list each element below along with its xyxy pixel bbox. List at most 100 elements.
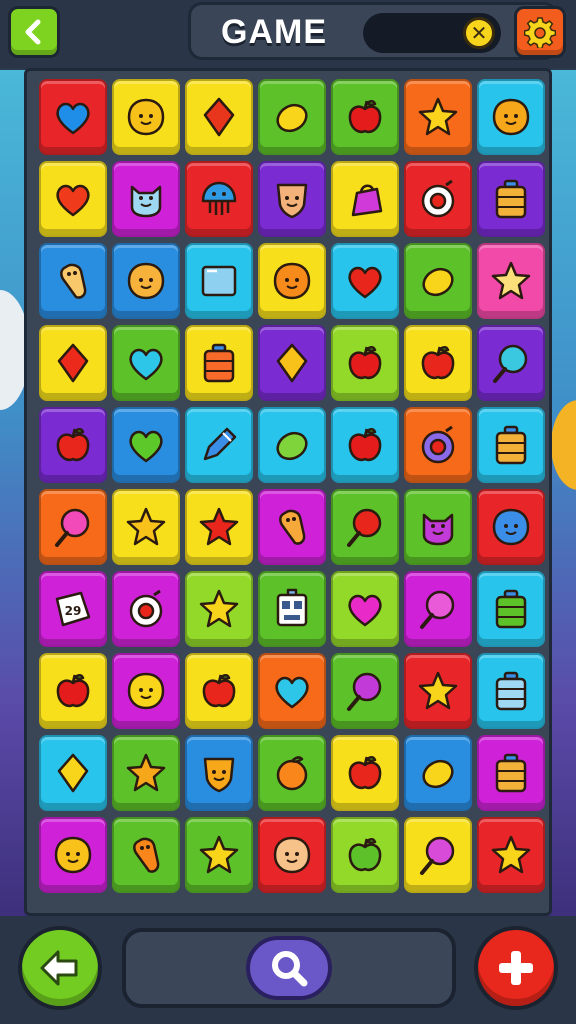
game-tile[interactable] bbox=[258, 243, 326, 319]
game-tile[interactable] bbox=[404, 653, 472, 729]
game-tile[interactable] bbox=[404, 161, 472, 237]
back-button[interactable] bbox=[8, 6, 60, 58]
game-tile[interactable] bbox=[331, 325, 399, 401]
game-tile[interactable] bbox=[112, 571, 180, 647]
game-tile[interactable] bbox=[331, 161, 399, 237]
star-icon bbox=[491, 835, 531, 874]
game-tile[interactable] bbox=[477, 571, 545, 647]
game-tile[interactable] bbox=[477, 653, 545, 729]
game-tile[interactable] bbox=[404, 735, 472, 811]
game-tile[interactable]: 29 bbox=[39, 571, 107, 647]
game-tile[interactable] bbox=[112, 817, 180, 893]
game-tile[interactable] bbox=[404, 79, 472, 155]
game-tile[interactable] bbox=[331, 653, 399, 729]
apple-icon bbox=[421, 346, 455, 380]
game-tile[interactable] bbox=[331, 79, 399, 155]
game-tile[interactable] bbox=[185, 79, 253, 155]
game-tile[interactable] bbox=[331, 489, 399, 565]
game-tile[interactable] bbox=[258, 161, 326, 237]
game-tile[interactable] bbox=[39, 407, 107, 483]
game-tile[interactable] bbox=[331, 571, 399, 647]
smiley-icon bbox=[54, 836, 92, 874]
heart-icon bbox=[129, 430, 163, 463]
game-tile[interactable] bbox=[112, 161, 180, 237]
smiley-icon bbox=[127, 672, 165, 710]
game-tile[interactable] bbox=[404, 243, 472, 319]
add-button[interactable] bbox=[474, 926, 558, 1010]
game-tile[interactable] bbox=[185, 161, 253, 237]
apple-icon bbox=[56, 674, 90, 708]
game-tile[interactable] bbox=[258, 325, 326, 401]
game-tile[interactable] bbox=[331, 407, 399, 483]
game-tile[interactable] bbox=[477, 79, 545, 155]
game-tile[interactable] bbox=[39, 489, 107, 565]
game-tile[interactable] bbox=[185, 489, 253, 565]
lollipop-icon bbox=[493, 344, 528, 383]
game-tile[interactable] bbox=[331, 817, 399, 893]
game-tile[interactable] bbox=[404, 325, 472, 401]
jar-icon bbox=[495, 671, 527, 711]
game-tile[interactable] bbox=[185, 407, 253, 483]
diamond-icon bbox=[203, 97, 235, 137]
game-tile[interactable] bbox=[39, 243, 107, 319]
apple-icon bbox=[348, 100, 382, 134]
game-tile[interactable] bbox=[185, 325, 253, 401]
game-tile[interactable] bbox=[258, 817, 326, 893]
game-tile[interactable] bbox=[258, 653, 326, 729]
star-icon bbox=[126, 507, 166, 546]
game-tile[interactable] bbox=[112, 79, 180, 155]
game-tile[interactable] bbox=[112, 325, 180, 401]
lemon-icon bbox=[422, 759, 454, 789]
search-button[interactable] bbox=[246, 936, 332, 1000]
star-icon bbox=[199, 589, 239, 628]
shield-icon bbox=[203, 757, 235, 793]
game-tile[interactable] bbox=[185, 571, 253, 647]
ring-icon bbox=[421, 179, 455, 218]
game-tile[interactable] bbox=[477, 735, 545, 811]
game-tile[interactable] bbox=[112, 407, 180, 483]
search-panel bbox=[122, 928, 456, 1008]
game-tile[interactable] bbox=[404, 407, 472, 483]
game-tile[interactable] bbox=[258, 407, 326, 483]
game-tile[interactable] bbox=[258, 79, 326, 155]
star-icon bbox=[199, 835, 239, 874]
game-tile[interactable] bbox=[404, 571, 472, 647]
game-tile[interactable] bbox=[477, 489, 545, 565]
game-tile[interactable] bbox=[185, 243, 253, 319]
game-tile[interactable] bbox=[477, 243, 545, 319]
game-tile[interactable] bbox=[258, 735, 326, 811]
heart-icon bbox=[56, 184, 90, 217]
lemon-icon bbox=[276, 103, 308, 133]
gear-icon bbox=[524, 17, 556, 48]
settings-button[interactable] bbox=[514, 6, 566, 58]
game-tile[interactable] bbox=[39, 79, 107, 155]
game-tile[interactable] bbox=[39, 735, 107, 811]
game-tile[interactable] bbox=[477, 817, 545, 893]
svg-text:29: 29 bbox=[65, 604, 82, 618]
game-tile[interactable] bbox=[404, 489, 472, 565]
game-tile[interactable] bbox=[477, 325, 545, 401]
game-tile[interactable] bbox=[112, 489, 180, 565]
title-panel: GAME ✕ bbox=[188, 2, 558, 60]
game-tile[interactable] bbox=[185, 817, 253, 893]
game-tile[interactable] bbox=[39, 653, 107, 729]
undo-button[interactable] bbox=[18, 926, 102, 1010]
game-tile[interactable] bbox=[258, 489, 326, 565]
game-tile[interactable] bbox=[331, 735, 399, 811]
smiley-icon bbox=[273, 262, 311, 300]
game-tile[interactable] bbox=[39, 817, 107, 893]
game-tile[interactable] bbox=[185, 735, 253, 811]
game-tile[interactable] bbox=[39, 161, 107, 237]
game-tile[interactable] bbox=[331, 243, 399, 319]
game-tile[interactable] bbox=[185, 653, 253, 729]
game-tile[interactable] bbox=[258, 571, 326, 647]
game-tile[interactable] bbox=[39, 325, 107, 401]
game-tile[interactable] bbox=[112, 243, 180, 319]
game-tile[interactable] bbox=[477, 407, 545, 483]
bottom-bar bbox=[0, 916, 576, 1024]
smiley-icon bbox=[127, 262, 165, 300]
game-tile[interactable] bbox=[112, 735, 180, 811]
game-tile[interactable] bbox=[404, 817, 472, 893]
game-tile[interactable] bbox=[477, 161, 545, 237]
game-tile[interactable] bbox=[112, 653, 180, 729]
